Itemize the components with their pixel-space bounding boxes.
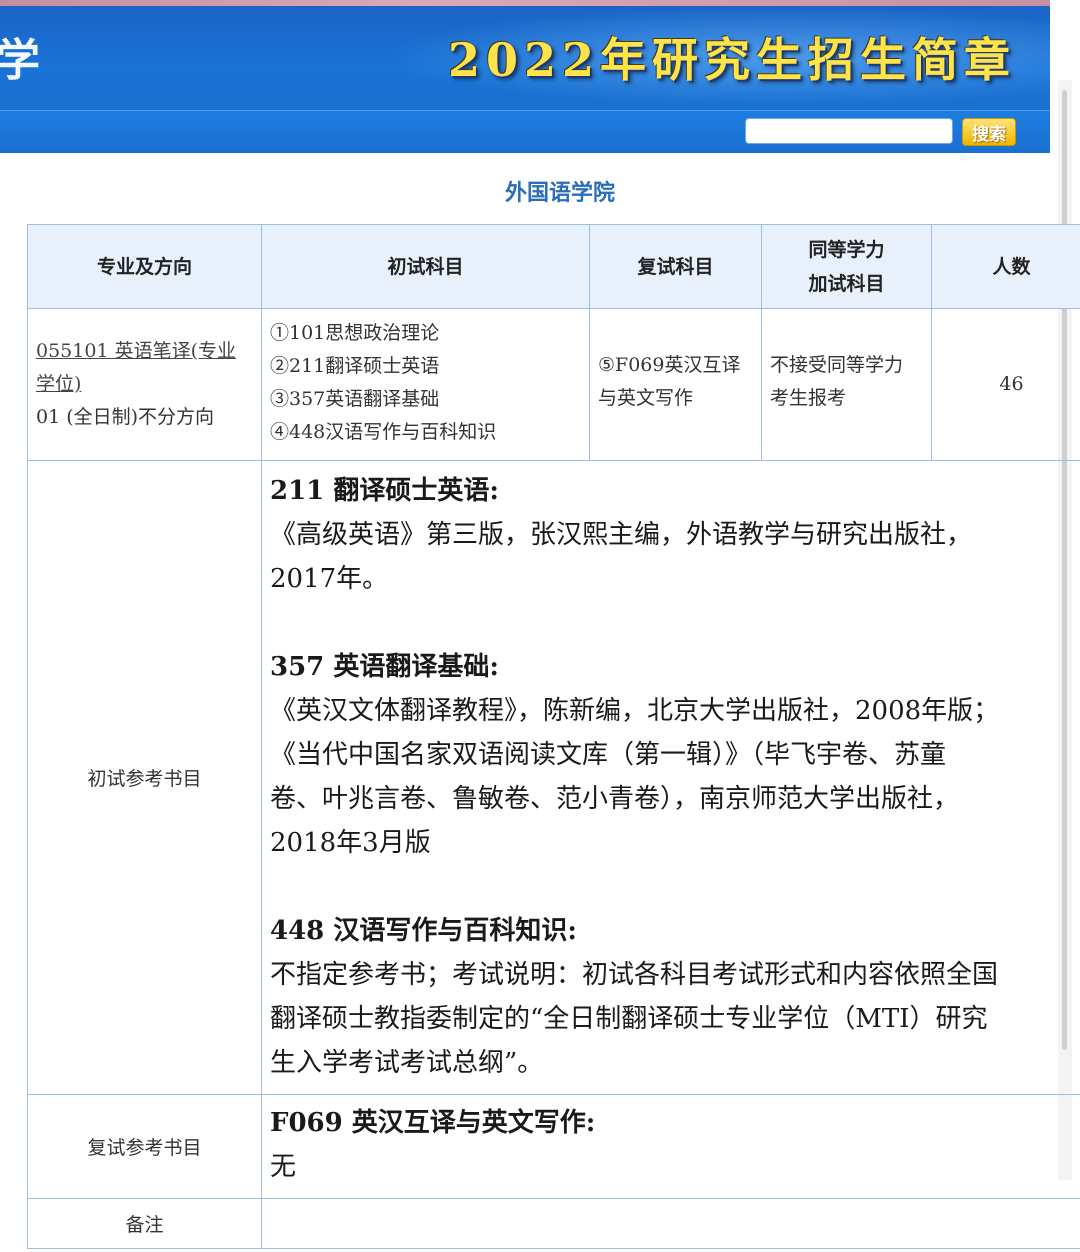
banner-title: 2022年研究生招生简章 bbox=[447, 33, 1016, 87]
notes-label: 备注 bbox=[125, 1214, 164, 1236]
retest-ref-body: 无 bbox=[270, 1152, 297, 1182]
header-count-label: 人数 bbox=[992, 255, 1031, 278]
header-retest-subjects: 复试科目 bbox=[589, 224, 761, 308]
equivalent-line2: 考生报考 bbox=[770, 387, 847, 409]
retest-subject-line2: 与英文写作 bbox=[598, 387, 694, 409]
header-initial-subjects: 初试科目 bbox=[261, 224, 589, 308]
ref-title-448: 448 汉语写作与百科知识: bbox=[270, 916, 577, 946]
major-link[interactable]: 055101 英语笔译(专业学位) bbox=[36, 340, 236, 395]
retest-subject-line1: ⑤F069英汉互译 bbox=[598, 354, 741, 376]
header-major: 专业及方向 bbox=[27, 224, 261, 308]
ref-title-357: 357 英语翻译基础: bbox=[270, 652, 499, 682]
enrollment-table: 专业及方向 初试科目 复试科目 同等学力 加试科目 人数 055101 英语笔译… bbox=[27, 224, 1080, 1250]
ref-line: 翻译硕士教指委制定的“全日制翻译硕士专业学位（MTI）研究 bbox=[270, 1004, 988, 1034]
banner-left-glyph: 学 bbox=[0, 35, 40, 86]
ref-line: 《高级英语》第三版，张汉熙主编，外语教学与研究出版社， bbox=[270, 520, 973, 550]
ref-spacer bbox=[270, 601, 1080, 645]
ref-line: 不指定参考书；考试说明：初试各科目考试形式和内容依照全国 bbox=[270, 960, 999, 990]
initial-subject-item: ②211翻译硕士英语 bbox=[270, 355, 440, 377]
initial-subject-item: ③357英语翻译基础 bbox=[270, 388, 440, 410]
initial-refs-label-cell: 初试参考书目 bbox=[27, 460, 261, 1094]
equivalent-line1: 不接受同等学力 bbox=[770, 354, 904, 376]
initial-subjects-cell: ①101思想政治理论 ②211翻译硕士英语 ③357英语翻译基础 ④448汉语写… bbox=[261, 308, 589, 460]
retest-refs-label: 复试参考书目 bbox=[87, 1137, 202, 1159]
header-equivalent: 同等学力 加试科目 bbox=[761, 224, 931, 308]
table-bottom-border bbox=[27, 1248, 1080, 1249]
notes-label-cell: 备注 bbox=[27, 1198, 261, 1248]
ref-title-211: 211 翻译硕士英语: bbox=[270, 476, 499, 506]
notes-cell bbox=[261, 1198, 1080, 1248]
search-button[interactable]: 搜索 bbox=[962, 118, 1016, 146]
major-direction: 01 (全日制)不分方向 bbox=[36, 406, 215, 428]
retest-subjects-cell: ⑤F069英汉互译 与英文写作 bbox=[589, 308, 761, 460]
equivalent-cell: 不接受同等学力 考生报考 bbox=[761, 308, 931, 460]
retest-refs-label-cell: 复试参考书目 bbox=[27, 1094, 261, 1198]
ref-line: 生入学考试考试总纲”。 bbox=[270, 1048, 544, 1078]
count-cell: 46 bbox=[931, 308, 1080, 460]
ref-line: 《当代中国名家双语阅读文库（第一辑）》（毕飞宇卷、苏童 bbox=[270, 740, 947, 770]
initial-subject-item: ④448汉语写作与百科知识 bbox=[270, 421, 497, 443]
header-retest-subjects-label: 复试科目 bbox=[637, 255, 714, 278]
initial-refs-cell: 211 翻译硕士英语: 《高级英语》第三版，张汉熙主编，外语教学与研究出版社， … bbox=[261, 460, 1080, 1094]
header-count: 人数 bbox=[931, 224, 1080, 308]
search-input[interactable] bbox=[745, 118, 953, 144]
header-initial-subjects-label: 初试科目 bbox=[387, 255, 464, 278]
ref-line: 2018年3月版 bbox=[270, 828, 431, 858]
college-title: 外国语学院 bbox=[504, 181, 615, 206]
initial-subject-item: ①101思想政治理论 bbox=[270, 322, 440, 344]
header-equivalent-line1: 同等学力 bbox=[808, 238, 885, 261]
initial-refs-label: 初试参考书目 bbox=[87, 768, 202, 790]
retest-refs-cell: F069 英汉互译与英文写作: 无 bbox=[261, 1094, 1080, 1198]
header-equivalent-line2: 加试科目 bbox=[808, 272, 885, 295]
ref-line: 《英汉文体翻译教程》，陈新编，北京大学出版社，2008年版； bbox=[270, 696, 1000, 726]
count-value: 46 bbox=[999, 373, 1024, 395]
retest-ref-title: F069 英汉互译与英文写作: bbox=[270, 1108, 596, 1138]
ref-line: 卷、叶兆言卷、鲁敏卷、范小青卷），南京师范大学出版社， bbox=[270, 784, 960, 814]
major-cell: 055101 英语笔译(专业学位) 01 (全日制)不分方向 bbox=[27, 308, 261, 460]
ref-spacer bbox=[270, 865, 1080, 909]
header-major-label: 专业及方向 bbox=[96, 255, 192, 278]
ref-line: 2017年。 bbox=[270, 564, 389, 594]
